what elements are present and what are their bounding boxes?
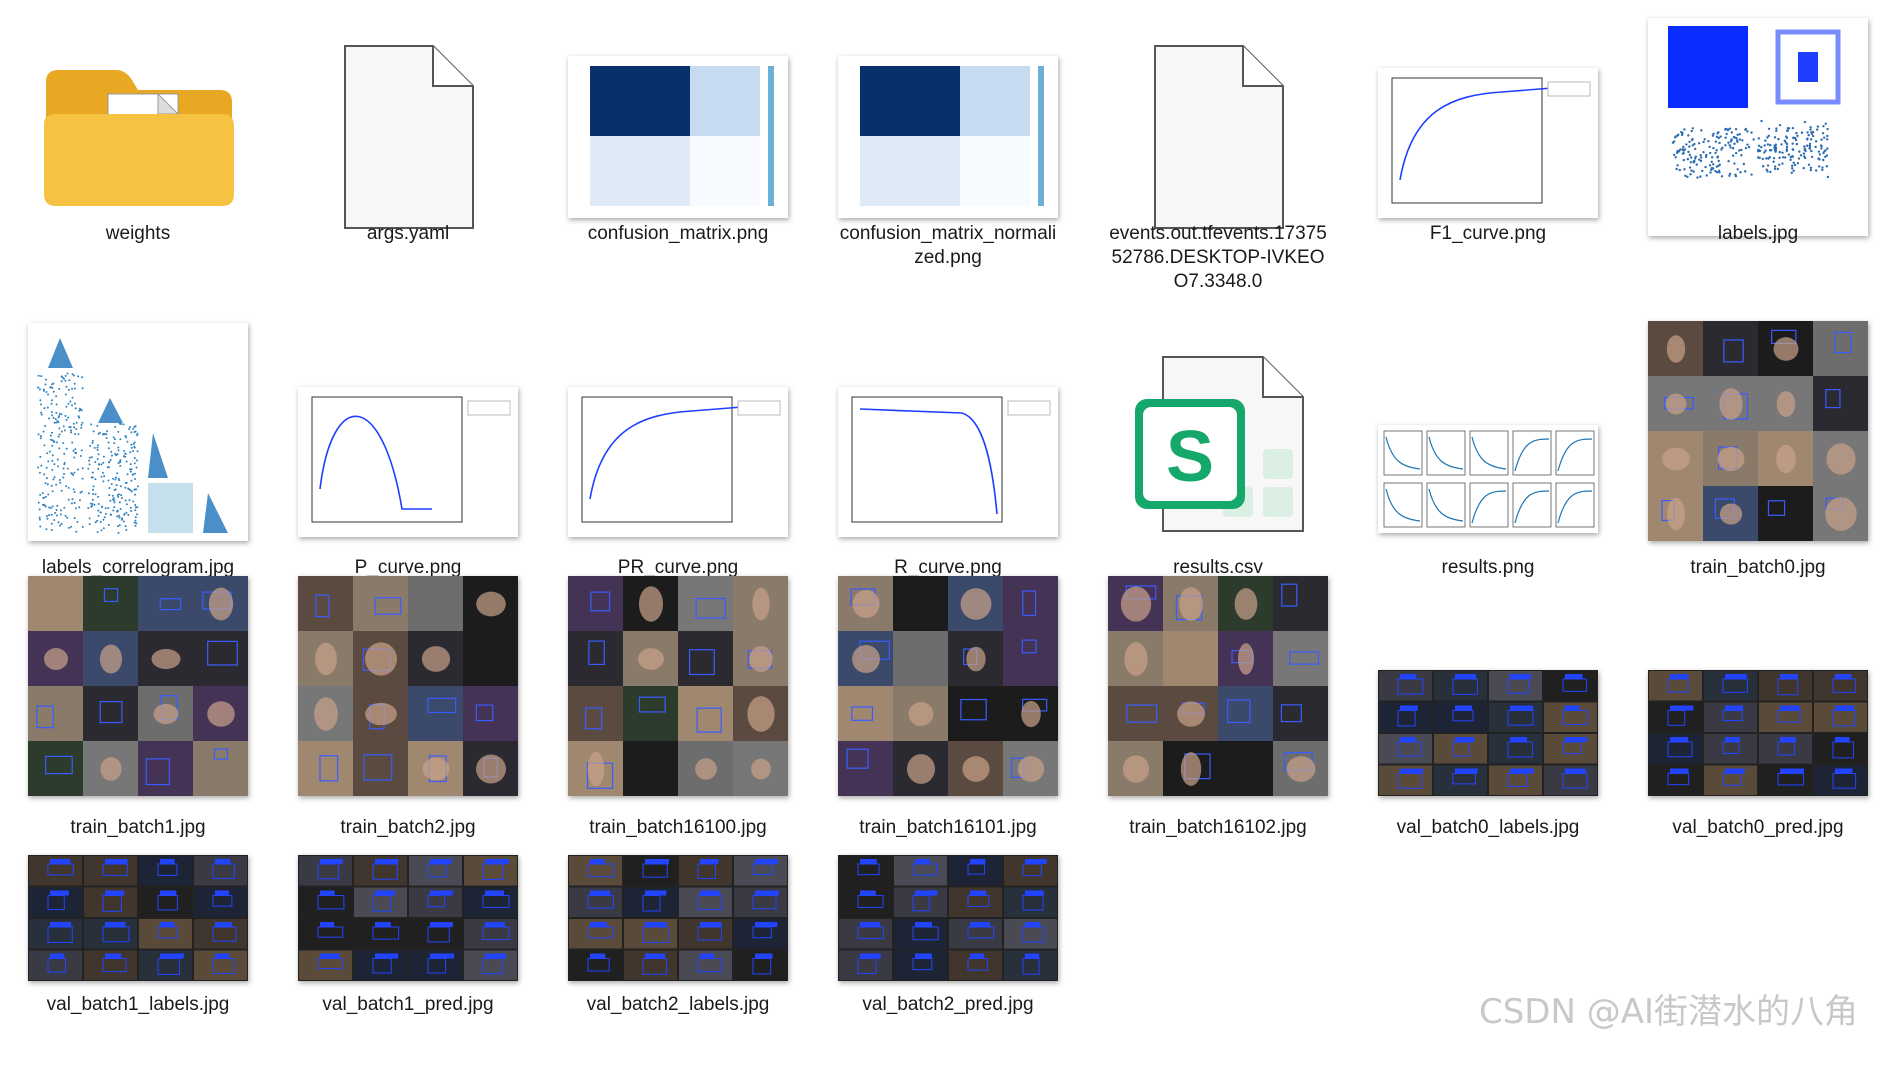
file-name-label: train_batch2.jpg: [340, 817, 476, 838]
watermark: CSDN @AI街潜水的八角: [1478, 992, 1858, 1032]
image-thumbnail: [1378, 68, 1598, 218]
image-thumbnail: [1378, 425, 1598, 533]
file-item-val-batch1-pred-jpg[interactable]: val_batch1_pred.jpg: [297, 855, 519, 1065]
file-name-label: train_batch16100.jpg: [589, 817, 767, 838]
thumbnail-area: [567, 576, 789, 800]
blank-file-icon: [333, 36, 483, 236]
image-thumbnail: [1648, 321, 1868, 541]
spreadsheet-icon: S: [1123, 339, 1313, 539]
blank-file-icon: [1143, 36, 1293, 236]
image-thumbnail: [28, 323, 248, 541]
file-name-label: confusion_matrix_normalized.png: [839, 223, 1057, 268]
image-thumbnail: [1378, 670, 1598, 796]
image-thumbnail: [838, 56, 1058, 218]
file-name-label: labels.jpg: [1717, 223, 1799, 244]
image-thumbnail: [1648, 18, 1868, 236]
image-thumbnail: [298, 576, 518, 796]
file-name-label: train_batch0.jpg: [1690, 557, 1826, 578]
image-thumbnail: [28, 576, 248, 796]
image-thumbnail: [28, 855, 248, 981]
file-item-args-yaml[interactable]: args.yaml: [297, 30, 519, 294]
image-thumbnail: [298, 387, 518, 537]
thumbnail-area: S: [1107, 335, 1329, 545]
file-item-val-batch2-labels-jpg[interactable]: val_batch2_labels.jpg: [567, 855, 789, 1065]
file-item-val-batch0-pred-jpg[interactable]: val_batch0_pred.jpg: [1647, 590, 1869, 888]
folder-icon: [38, 52, 238, 212]
file-name-label: args.yaml: [366, 223, 450, 244]
file-name-label: val_batch2_labels.jpg: [586, 994, 770, 1015]
thumbnail-area: [1377, 335, 1599, 545]
file-name-label: results.png: [1441, 557, 1535, 578]
file-item-val-batch2-pred-jpg[interactable]: val_batch2_pred.jpg: [837, 855, 1059, 1065]
file-item-train-batch0-jpg[interactable]: train_batch0.jpg: [1647, 321, 1869, 628]
thumbnail-area: [297, 576, 519, 800]
file-name-label: val_batch1_labels.jpg: [46, 994, 230, 1015]
file-item-train-batch16102-jpg[interactable]: train_batch16102.jpg: [1107, 576, 1329, 888]
thumbnail-area: [27, 576, 249, 800]
file-name-label: val_batch1_pred.jpg: [322, 994, 494, 1015]
image-thumbnail: [838, 576, 1058, 796]
file-name-label: weights: [105, 223, 171, 244]
thumbnail-area: [1107, 30, 1329, 240]
file-name-label: events.out.tfevents.1737552786.DESKTOP-I…: [1109, 223, 1327, 292]
file-item-train-batch16100-jpg[interactable]: train_batch16100.jpg: [567, 576, 789, 888]
thumbnail-area: [1647, 321, 1869, 545]
thumbnail-area: [1647, 18, 1869, 240]
file-item-weights[interactable]: weights: [27, 30, 249, 294]
thumbnail-area: [837, 335, 1059, 545]
file-name-label: train_batch16102.jpg: [1129, 817, 1307, 838]
thumbnail-area: [1107, 576, 1329, 800]
image-thumbnail: [1648, 670, 1868, 796]
file-item-val-batch1-labels-jpg[interactable]: val_batch1_labels.jpg: [27, 855, 249, 1065]
image-thumbnail: [568, 387, 788, 537]
thumbnail-area: [297, 30, 519, 240]
thumbnail-area: [567, 335, 789, 545]
file-item-train-batch16101-jpg[interactable]: train_batch16101.jpg: [837, 576, 1059, 888]
image-thumbnail: [838, 855, 1058, 981]
file-item-val-batch0-labels-jpg[interactable]: val_batch0_labels.jpg: [1377, 590, 1599, 888]
file-name-label: train_batch1.jpg: [70, 817, 206, 838]
file-name-label: F1_curve.png: [1429, 223, 1547, 244]
file-name-label: val_batch2_pred.jpg: [862, 994, 1034, 1015]
image-thumbnail: [568, 56, 788, 218]
thumbnail-area: [27, 30, 249, 240]
svg-text:S: S: [1166, 417, 1214, 497]
image-thumbnail: [838, 387, 1058, 537]
image-thumbnail: [568, 576, 788, 796]
image-thumbnail: [298, 855, 518, 981]
file-item-results-png[interactable]: results.png: [1377, 335, 1599, 628]
thumbnail-area: [27, 855, 249, 985]
thumbnail-area: [1377, 30, 1599, 240]
image-thumbnail: [1108, 576, 1328, 796]
thumbnail-area: [1647, 590, 1869, 800]
file-item-confusion-matrix-normalized-png[interactable]: confusion_matrix_normalized.png: [837, 30, 1059, 294]
thumbnail-area: [297, 335, 519, 545]
file-item-confusion-matrix-png[interactable]: confusion_matrix.png: [567, 30, 789, 294]
file-item-labels-jpg[interactable]: labels.jpg: [1647, 18, 1869, 294]
thumbnail-area: [27, 323, 249, 545]
thumbnail-area: [567, 855, 789, 985]
thumbnail-area: [837, 30, 1059, 240]
thumbnail-area: [837, 576, 1059, 800]
thumbnail-area: [567, 30, 789, 240]
file-item-train-batch1-jpg[interactable]: train_batch1.jpg: [27, 576, 249, 888]
file-item-f1-curve-png[interactable]: F1_curve.png: [1377, 30, 1599, 294]
thumbnail-area: [837, 855, 1059, 985]
thumbnail-area: [297, 855, 519, 985]
file-name-label: confusion_matrix.png: [587, 223, 769, 244]
file-name-label: train_batch16101.jpg: [859, 817, 1037, 838]
file-item-events-out-tfevents-1737552786-desktop-ivkeoo7-3348-0[interactable]: events.out.tfevents.1737552786.DESKTOP-I…: [1107, 30, 1329, 294]
file-name-label: val_batch0_labels.jpg: [1396, 817, 1580, 838]
file-name-label: val_batch0_pred.jpg: [1672, 817, 1844, 838]
image-thumbnail: [568, 855, 788, 981]
thumbnail-area: [1377, 590, 1599, 800]
file-item-train-batch2-jpg[interactable]: train_batch2.jpg: [297, 576, 519, 888]
